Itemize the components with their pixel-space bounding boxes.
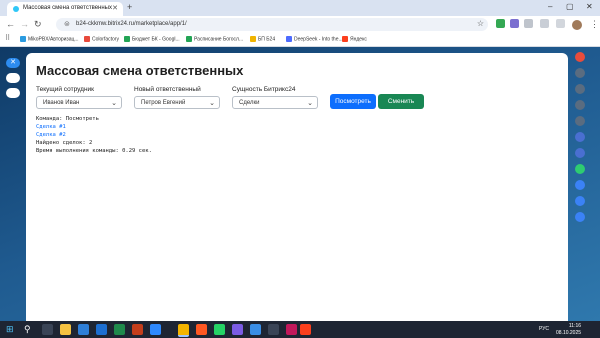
- back-icon[interactable]: ←: [6, 19, 15, 29]
- file-explorer-icon[interactable]: [60, 324, 71, 335]
- deal-link-1[interactable]: Сделка #1: [36, 124, 66, 130]
- open-window-icon[interactable]: [6, 73, 20, 83]
- calendar-icon[interactable]: [575, 116, 585, 126]
- app-icon[interactable]: [286, 324, 297, 335]
- change-button[interactable]: Сменить: [378, 94, 424, 109]
- entity-value: Сделки: [239, 100, 260, 106]
- word-icon[interactable]: [96, 324, 107, 335]
- task-view-icon[interactable]: [42, 324, 53, 335]
- browser-tab[interactable]: Массовая смена ответственных ✕: [7, 2, 123, 16]
- bell-icon[interactable]: [575, 84, 585, 94]
- bitrix-favicon-icon: [13, 6, 19, 12]
- app-panel: Массовая смена ответственных Текущий сот…: [26, 53, 568, 321]
- deal-link-2[interactable]: Сделка #2: [36, 132, 66, 138]
- chevron-down-icon: ⌄: [111, 100, 117, 107]
- user-icon[interactable]: [575, 180, 585, 190]
- maximize-icon[interactable]: ▢: [566, 2, 574, 11]
- tab-strip: Массовая смена ответственных ✕ + – ▢ ✕: [0, 0, 600, 16]
- profile-menu-icon[interactable]: [556, 19, 565, 28]
- current-employee-field: Текущий сотрудник Иванов Иван ⌄: [36, 86, 122, 109]
- downloads-icon[interactable]: [540, 19, 549, 28]
- calendar-app-icon[interactable]: [150, 324, 161, 335]
- avatar[interactable]: [572, 20, 582, 30]
- log-command: Команда: Посмотреть: [36, 116, 99, 122]
- edge-icon[interactable]: [78, 324, 89, 335]
- terminal-icon[interactable]: [268, 324, 279, 335]
- browser-toolbar: ← → ↻ ⊜ b24-ckkmw.bitrix24.ru/marketplac…: [0, 16, 600, 34]
- tab-title: Массовая смена ответственных: [23, 5, 112, 11]
- entity-label: Сущность Битрикс24: [232, 86, 296, 93]
- search-icon[interactable]: ⚲: [24, 324, 31, 335]
- contact-icon[interactable]: [575, 212, 585, 222]
- entity-field: Сущность Битрикс24 Сделки ⌄: [232, 86, 318, 109]
- notifications-icon[interactable]: [575, 52, 585, 62]
- whatsapp-icon[interactable]: [214, 324, 225, 335]
- current-employee-select[interactable]: Иванов Иван ⌄: [36, 96, 122, 109]
- log-time: Время выполнения команды: 0.29 сек.: [36, 148, 152, 154]
- apps-grid-icon[interactable]: ⠿: [5, 34, 10, 42]
- new-responsible-label: Новый ответственный: [134, 86, 201, 93]
- url-text: b24-ckkmw.bitrix24.ru/marketplace/app/1/: [76, 21, 187, 27]
- copy-link-icon[interactable]: [6, 88, 20, 98]
- entity-select[interactable]: Сделки ⌄: [232, 96, 318, 109]
- task-icon[interactable]: [575, 164, 585, 174]
- address-bar[interactable]: ⊜ b24-ckkmw.bitrix24.ru/marketplace/app/…: [56, 18, 488, 31]
- chevron-down-icon: ⌄: [307, 100, 313, 107]
- channel-icon[interactable]: [575, 132, 585, 142]
- extensions-puzzle-icon[interactable]: [524, 19, 533, 28]
- new-responsible-value: Петров Евгений: [141, 100, 186, 106]
- close-slider-icon[interactable]: ✕: [6, 58, 20, 68]
- language-indicator[interactable]: РУС: [539, 326, 549, 332]
- left-slider-controls: ✕: [6, 58, 22, 103]
- telegram-icon[interactable]: [250, 324, 261, 335]
- bookmark-item[interactable]: Расписание Богосл...: [186, 36, 243, 42]
- right-sidebar: [573, 52, 587, 228]
- command-log: Команда: Посмотреть Сделка #1 Сделка #2 …: [36, 115, 152, 155]
- group-icon[interactable]: [575, 148, 585, 158]
- chat-icon[interactable]: [575, 100, 585, 110]
- excel-icon[interactable]: [114, 324, 125, 335]
- bookmark-item[interactable]: БП Б24: [250, 36, 275, 42]
- start-icon[interactable]: ⊞: [6, 324, 14, 335]
- clock-date: 08.10.2025: [556, 330, 582, 336]
- page-title: Массовая смена ответственных: [36, 63, 244, 78]
- extension-shield-icon[interactable]: [496, 19, 505, 28]
- forward-icon[interactable]: →: [20, 19, 29, 29]
- reload-icon[interactable]: ↻: [34, 19, 42, 30]
- system-clock[interactable]: 11:16 08.10.2025: [556, 323, 581, 337]
- chrome-icon[interactable]: [178, 324, 189, 337]
- new-responsible-select[interactable]: Петров Евгений ⌄: [134, 96, 220, 109]
- minimize-icon[interactable]: –: [548, 2, 552, 11]
- close-tab-icon[interactable]: ✕: [112, 4, 118, 12]
- view-button[interactable]: Посмотреть: [330, 94, 376, 109]
- current-employee-label: Текущий сотрудник: [36, 86, 95, 93]
- firefox-icon[interactable]: [196, 324, 207, 335]
- clock-time: 11:16: [568, 323, 582, 329]
- bookmark-star-icon[interactable]: ☆: [477, 19, 484, 28]
- close-window-icon[interactable]: ✕: [586, 2, 593, 11]
- windows-taskbar: ⊞ ⚲ РУС 11:16 08.10.2025: [0, 321, 600, 338]
- log-found: Найдено сделок: 2: [36, 140, 93, 146]
- bookmark-item[interactable]: DeepSeek - Into the...: [286, 36, 343, 42]
- chevron-down-icon: ⌄: [209, 100, 215, 107]
- site-info-icon[interactable]: ⊜: [64, 20, 70, 28]
- team-icon[interactable]: [575, 196, 585, 206]
- menu-dots-icon[interactable]: ⋮: [590, 19, 599, 30]
- extension-icon[interactable]: [510, 19, 519, 28]
- powerpoint-icon[interactable]: [132, 324, 143, 335]
- bookmark-item[interactable]: Colorfactory: [84, 36, 119, 42]
- yandex-icon[interactable]: [300, 324, 311, 335]
- new-tab-icon[interactable]: +: [127, 2, 132, 12]
- viber-icon[interactable]: [232, 324, 243, 335]
- bookmarks-bar: ⠿ MikoPBX/Авторизац... Colorfactory Бюдж…: [0, 34, 600, 47]
- bookmark-item[interactable]: Бюджет БК - Googl...: [124, 36, 180, 42]
- bookmark-item[interactable]: MikoPBX/Авторизац...: [20, 36, 79, 42]
- search-icon[interactable]: [575, 68, 585, 78]
- current-employee-value: Иванов Иван: [43, 100, 80, 106]
- new-responsible-field: Новый ответственный Петров Евгений ⌄: [134, 86, 220, 109]
- bookmark-item[interactable]: Яндекс: [342, 36, 367, 42]
